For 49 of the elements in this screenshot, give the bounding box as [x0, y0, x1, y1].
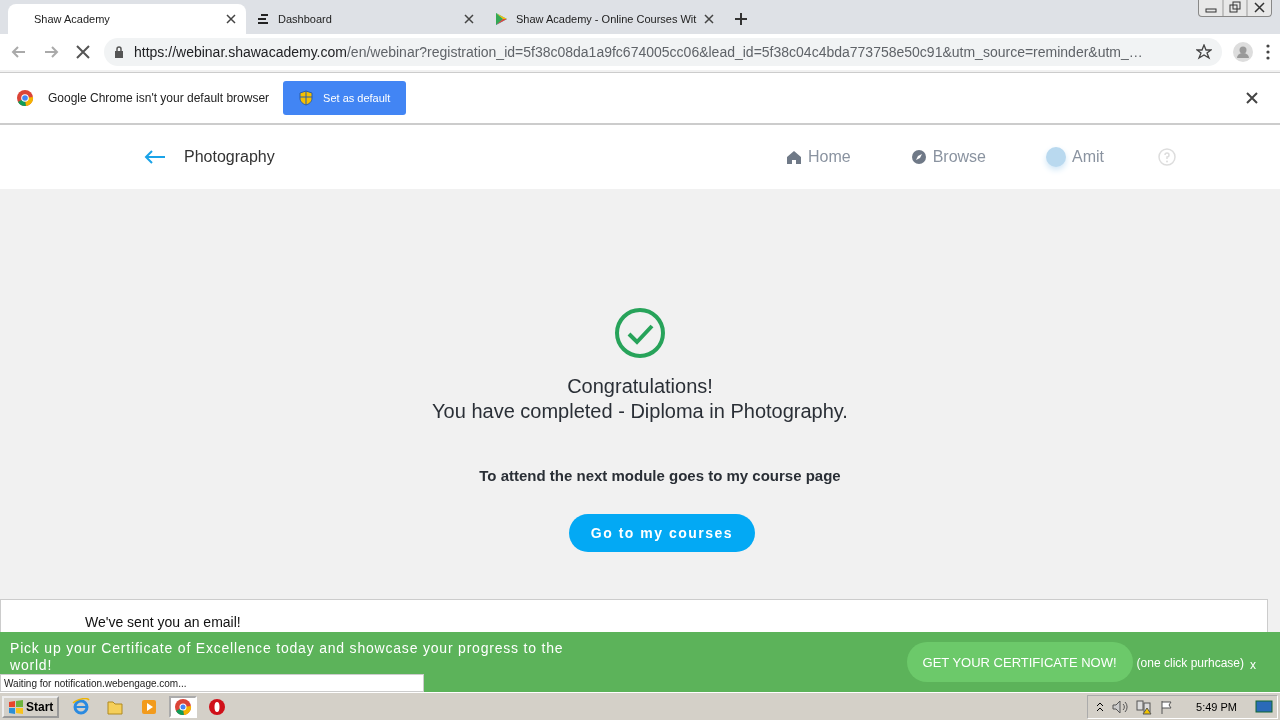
windows-logo-icon: [8, 699, 24, 714]
compass-icon: [910, 149, 927, 165]
chrome-icon: [174, 697, 193, 716]
set-as-default-button[interactable]: Set as default: [283, 81, 407, 115]
completion-message: You have completed - Diploma in Photography.: [432, 400, 848, 423]
email-notice: We've sent you an email!: [85, 614, 242, 630]
default-browser-message: Google Chrome isn't your default browser: [48, 91, 270, 105]
flag-icon[interactable]: [1160, 699, 1175, 714]
avatar-icon: [1046, 147, 1066, 167]
address-bar[interactable]: https://webinar.shawacademy.com/en/webinar?registration_id=5f38c08da1a9fc674005cc06&lead_id=5f38c04c4bda773758e50c91&utm_source=reminder&utm_…: [104, 38, 1222, 66]
nav-link[interactable]: Browse: [904, 147, 992, 167]
menu-icon[interactable]: [1264, 43, 1272, 61]
opera-icon: [208, 697, 227, 716]
course-title: Photography: [184, 148, 275, 166]
banner-close-button[interactable]: x: [1250, 658, 1256, 672]
profile-icon[interactable]: [1232, 41, 1254, 63]
chevron-up-icon[interactable]: [1096, 701, 1105, 712]
browser-tab[interactable]: Dashboard: [246, 4, 484, 34]
lock-icon: [114, 46, 124, 58]
get-certificate-button[interactable]: GET YOUR CERTIFICATE NOW!: [906, 642, 1133, 682]
chrome-logo-icon: [16, 89, 34, 107]
dashboard-icon: [256, 13, 270, 25]
show-desktop-icon[interactable]: [1255, 698, 1273, 715]
speaker-icon[interactable]: [1112, 699, 1129, 714]
close-icon[interactable]: [464, 14, 474, 24]
clock: 5:49 PM: [1196, 700, 1237, 713]
banner-message: Pick up your Certificate of Excellence today and showcase your progress to the world!: [10, 640, 565, 674]
close-icon[interactable]: [704, 14, 715, 24]
next-module-note: To attend the next module goes to my course page: [479, 467, 841, 484]
browser-tab[interactable]: Shaw Academy - Online Courses Wit: [484, 4, 725, 34]
home-icon: [785, 149, 802, 165]
success-check-icon: [614, 307, 666, 359]
internet-explorer-icon: [72, 697, 91, 716]
play-triangle-icon: [494, 12, 508, 26]
close-icon[interactable]: [226, 14, 236, 24]
nav-link[interactable]: Home: [779, 147, 857, 167]
media-player-icon: [140, 697, 159, 716]
star-icon[interactable]: [1196, 44, 1212, 60]
purchase-note: (one click purhcase): [1136, 656, 1244, 670]
status-bubble: Waiting for notification.webengage.com...: [0, 674, 424, 692]
go-to-courses-button[interactable]: Go to my courses: [568, 514, 756, 552]
shield-icon: [299, 90, 314, 106]
nav-link[interactable]: Amit: [1040, 146, 1110, 168]
network-warning-icon[interactable]: [1136, 698, 1153, 715]
congratulations-heading: Congratulations!: [567, 375, 713, 398]
url-text: https://webinar.shawacademy.com/en/webinar?registration_id=5f38c08da1a9fc674005cc06&lead_id=5f38c04c4bda773758e50c91&utm_source=reminder&utm_…: [134, 44, 1144, 60]
taskbar-app[interactable]: [169, 695, 198, 718]
browser-tab[interactable]: Shaw Academy: [8, 4, 246, 34]
start-button[interactable]: Start: [2, 695, 60, 718]
